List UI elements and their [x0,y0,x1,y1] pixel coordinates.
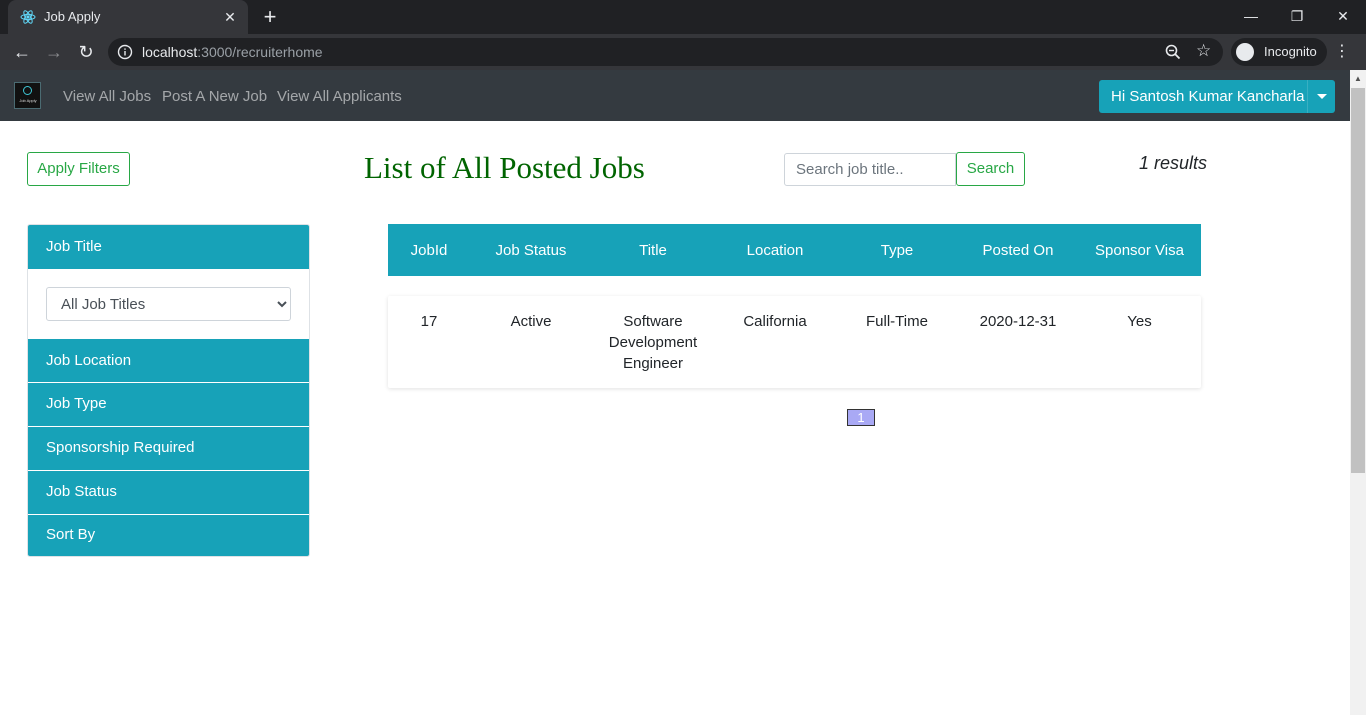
react-icon [20,10,36,24]
incognito-label: Incognito [1264,44,1317,59]
apply-filters-button[interactable]: Apply Filters [27,152,130,186]
cell-title-line: Engineer [622,355,684,372]
column-header-posted-on: Posted On [982,242,1054,259]
cell-status: Active [510,313,552,330]
column-header-location: Location [746,242,804,259]
filter-job-title-label: Job Title [46,238,102,255]
cell-sponsor-visa: Yes [1127,313,1152,330]
filter-accordion: Job Title All Job Titles Job Location Jo… [27,224,310,557]
nav-view-all-jobs[interactable]: View All Jobs [63,88,151,105]
url-host: localhost [142,44,198,60]
filter-job-title-body: All Job Titles [28,269,309,339]
close-tab-icon[interactable]: ✕ [220,7,240,27]
star-icon[interactable]: ☆ [1196,41,1211,61]
scrollbar-thumb[interactable] [1351,88,1365,473]
table-header: JobId Job Status Title Location Type Pos… [388,224,1201,276]
cell-title-line: Software [623,313,683,330]
logo-ring-icon [23,86,32,95]
pagination-page-1[interactable]: 1 [847,409,875,426]
filter-sponsorship[interactable]: Sponsorship Required [28,427,309,470]
nav-post-new-job[interactable]: Post A New Job [162,88,267,105]
cell-title-line: Development [608,334,698,351]
new-tab-icon[interactable]: + [258,5,282,29]
filter-sponsorship-label: Sponsorship Required [46,439,195,456]
info-icon [117,44,133,60]
browser-toolbar: ← → ↻ localhost:3000/recruiterhome ☆ Inc… [0,34,1366,70]
column-header-title: Title [639,242,667,259]
browser-tab[interactable]: Job Apply ✕ [8,0,248,34]
filter-job-type-label: Job Type [46,395,107,412]
job-title-select[interactable]: All Job Titles [46,287,291,321]
filter-job-status[interactable]: Job Status [28,471,309,514]
table-row[interactable]: 17 Active Software Development Engineer … [388,296,1201,388]
search-input[interactable] [784,153,956,186]
tab-title: Job Apply [44,9,101,24]
filter-job-status-label: Job Status [46,483,117,500]
cell-type: Full-Time [866,313,928,330]
cell-job-id: 17 [420,313,438,330]
results-count: 1 results [1139,153,1208,173]
browser-tab-bar: Job Apply ✕ + — ❐ ✕ [0,0,1366,34]
column-header-type: Type [880,242,914,259]
app-logo[interactable]: Job Apply [14,82,41,109]
scroll-up-icon[interactable]: ▲ [1350,70,1366,87]
window-close-icon[interactable]: ✕ [1328,4,1358,28]
incognito-profile[interactable]: Incognito [1231,38,1327,66]
cell-title: Software Development Engineer [592,311,714,374]
restore-icon[interactable]: ❐ [1282,4,1312,28]
filter-sort-by-label: Sort By [46,526,96,543]
column-header-sponsor-visa: Sponsor Visa [1095,242,1184,259]
filter-job-title[interactable]: Job Title [28,225,309,269]
cell-posted-on: 2020-12-31 [979,313,1057,330]
logo-text: Job Apply [19,98,37,103]
zoom-icon[interactable] [1164,43,1182,61]
browser-menu-icon[interactable]: ⋮ [1334,40,1350,64]
nav-view-all-applicants[interactable]: View All Applicants [277,88,402,105]
filter-job-location[interactable]: Job Location [28,339,309,382]
incognito-icon [1236,43,1254,61]
app-navbar: Job Apply View All Jobs Post A New Job V… [0,70,1350,121]
page-title: List of All Posted Jobs [364,150,645,185]
address-bar[interactable]: localhost:3000/recruiterhome ☆ [108,38,1223,66]
user-menu-button[interactable]: Hi Santosh Kumar Kancharla [1099,80,1335,113]
filter-sort-by[interactable]: Sort By [28,515,309,556]
filter-job-type[interactable]: Job Type [28,383,309,426]
chevron-down-icon[interactable] [1307,80,1335,113]
reload-icon[interactable]: ↻ [74,40,98,64]
minimize-icon[interactable]: — [1236,4,1266,28]
back-icon[interactable]: ← [10,40,34,64]
forward-icon[interactable]: → [42,40,66,64]
url-path: :3000/recruiterhome [197,44,323,60]
search-button[interactable]: Search [956,152,1025,186]
cell-location: California [743,313,807,330]
user-greeting: Hi Santosh Kumar Kancharla [1111,88,1305,105]
column-header-status: Job Status [495,242,567,259]
column-header-jobid: JobId [410,242,448,259]
filter-job-location-label: Job Location [46,352,132,369]
url-text: localhost:3000/recruiterhome [142,44,323,60]
